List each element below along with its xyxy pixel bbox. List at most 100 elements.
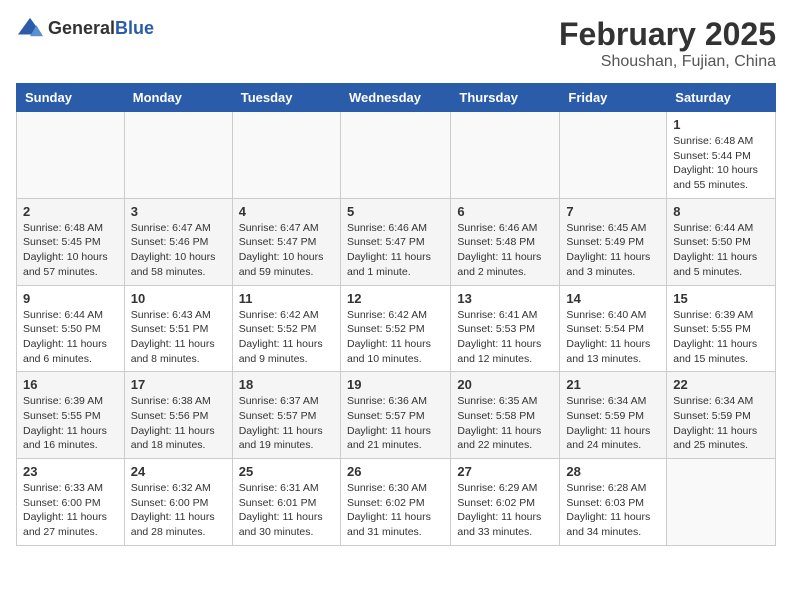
day-number: 19 (347, 377, 444, 392)
day-info: Sunrise: 6:36 AM Sunset: 5:57 PM Dayligh… (347, 394, 444, 453)
day-info: Sunrise: 6:46 AM Sunset: 5:47 PM Dayligh… (347, 221, 444, 280)
day-info: Sunrise: 6:28 AM Sunset: 6:03 PM Dayligh… (566, 481, 660, 540)
calendar-day-cell: 28 Sunrise: 6:28 AM Sunset: 6:03 PM Dayli… (560, 459, 667, 546)
calendar-day-cell: 2Sunrise: 6:48 AM Sunset: 5:45 PM Daylig… (17, 198, 125, 285)
calendar-day-cell: 25 Sunrise: 6:31 AM Sunset: 6:01 PM Dayli… (232, 459, 340, 546)
day-number: 3 (131, 204, 226, 219)
day-of-week-header: Saturday (667, 84, 776, 112)
day-info: Sunrise: 6:48 AM Sunset: 5:45 PM Dayligh… (23, 221, 118, 280)
day-info: Sunrise: 6:33 AM Sunset: 6:00 PM Dayligh… (23, 481, 118, 540)
calendar-day-cell: 6 Sunrise: 6:46 AM Sunset: 5:48 PM Daylig… (451, 198, 560, 285)
day-number: 5 (347, 204, 444, 219)
calendar-day-cell: 19 Sunrise: 6:36 AM Sunset: 5:57 PM Dayli… (340, 372, 450, 459)
day-number: 16 (23, 377, 118, 392)
day-of-week-header: Thursday (451, 84, 560, 112)
day-number: 27 (457, 464, 553, 479)
logo-blue-text: Blue (115, 18, 154, 38)
day-number: 25 (239, 464, 334, 479)
day-of-week-header: Monday (124, 84, 232, 112)
day-info: Sunrise: 6:47 AM Sunset: 5:47 PM Dayligh… (239, 221, 334, 280)
calendar-day-cell: 20Sunrise: 6:35 AM Sunset: 5:58 PM Dayli… (451, 372, 560, 459)
calendar-day-cell: 5 Sunrise: 6:46 AM Sunset: 5:47 PM Daylig… (340, 198, 450, 285)
day-info: Sunrise: 6:44 AM Sunset: 5:50 PM Dayligh… (23, 308, 118, 367)
day-number: 8 (673, 204, 769, 219)
calendar-day-cell (560, 112, 667, 199)
day-number: 18 (239, 377, 334, 392)
day-number: 15 (673, 291, 769, 306)
day-number: 9 (23, 291, 118, 306)
calendar-day-cell (451, 112, 560, 199)
calendar-day-cell: 18 Sunrise: 6:37 AM Sunset: 5:57 PM Dayli… (232, 372, 340, 459)
day-number: 1 (673, 117, 769, 132)
day-info: Sunrise: 6:45 AM Sunset: 5:49 PM Dayligh… (566, 221, 660, 280)
calendar-day-cell: 1Sunrise: 6:48 AM Sunset: 5:44 PM Daylig… (667, 112, 776, 199)
calendar-week-row: 1Sunrise: 6:48 AM Sunset: 5:44 PM Daylig… (17, 112, 776, 199)
day-info: Sunrise: 6:35 AM Sunset: 5:58 PM Dayligh… (457, 394, 553, 453)
day-number: 12 (347, 291, 444, 306)
day-number: 28 (566, 464, 660, 479)
day-number: 23 (23, 464, 118, 479)
calendar-day-cell: 13Sunrise: 6:41 AM Sunset: 5:53 PM Dayli… (451, 285, 560, 372)
calendar-day-cell: 12 Sunrise: 6:42 AM Sunset: 5:52 PM Dayli… (340, 285, 450, 372)
calendar-day-cell: 8 Sunrise: 6:44 AM Sunset: 5:50 PM Daylig… (667, 198, 776, 285)
day-info: Sunrise: 6:29 AM Sunset: 6:02 PM Dayligh… (457, 481, 553, 540)
day-info: Sunrise: 6:46 AM Sunset: 5:48 PM Dayligh… (457, 221, 553, 280)
day-number: 14 (566, 291, 660, 306)
calendar-day-cell: 27 Sunrise: 6:29 AM Sunset: 6:02 PM Dayli… (451, 459, 560, 546)
day-info: Sunrise: 6:47 AM Sunset: 5:46 PM Dayligh… (131, 221, 226, 280)
calendar-day-cell: 9 Sunrise: 6:44 AM Sunset: 5:50 PM Daylig… (17, 285, 125, 372)
calendar-week-row: 2Sunrise: 6:48 AM Sunset: 5:45 PM Daylig… (17, 198, 776, 285)
month-year-title: February 2025 (559, 16, 776, 53)
logo-icon (16, 16, 44, 40)
day-info: Sunrise: 6:44 AM Sunset: 5:50 PM Dayligh… (673, 221, 769, 280)
calendar-week-row: 9 Sunrise: 6:44 AM Sunset: 5:50 PM Daylig… (17, 285, 776, 372)
day-number: 17 (131, 377, 226, 392)
day-of-week-header: Friday (560, 84, 667, 112)
calendar-day-cell: 7 Sunrise: 6:45 AM Sunset: 5:49 PM Daylig… (560, 198, 667, 285)
day-info: Sunrise: 6:40 AM Sunset: 5:54 PM Dayligh… (566, 308, 660, 367)
calendar-day-cell: 24 Sunrise: 6:32 AM Sunset: 6:00 PM Dayli… (124, 459, 232, 546)
calendar-day-cell (667, 459, 776, 546)
day-number: 22 (673, 377, 769, 392)
page-header: GeneralBlue February 2025 Shoushan, Fuji… (16, 16, 776, 71)
day-number: 13 (457, 291, 553, 306)
day-of-week-header: Wednesday (340, 84, 450, 112)
day-info: Sunrise: 6:42 AM Sunset: 5:52 PM Dayligh… (239, 308, 334, 367)
day-info: Sunrise: 6:38 AM Sunset: 5:56 PM Dayligh… (131, 394, 226, 453)
logo-general-text: General (48, 18, 115, 38)
day-number: 26 (347, 464, 444, 479)
calendar-day-cell (340, 112, 450, 199)
calendar-week-row: 23 Sunrise: 6:33 AM Sunset: 6:00 PM Dayli… (17, 459, 776, 546)
day-number: 11 (239, 291, 334, 306)
day-number: 21 (566, 377, 660, 392)
calendar-day-cell (232, 112, 340, 199)
calendar-day-cell: 16 Sunrise: 6:39 AM Sunset: 5:55 PM Dayli… (17, 372, 125, 459)
day-info: Sunrise: 6:42 AM Sunset: 5:52 PM Dayligh… (347, 308, 444, 367)
calendar-day-cell (124, 112, 232, 199)
day-info: Sunrise: 6:37 AM Sunset: 5:57 PM Dayligh… (239, 394, 334, 453)
calendar-day-cell: 10Sunrise: 6:43 AM Sunset: 5:51 PM Dayli… (124, 285, 232, 372)
calendar-header-row: SundayMondayTuesdayWednesdayThursdayFrid… (17, 84, 776, 112)
calendar-day-cell: 22 Sunrise: 6:34 AM Sunset: 5:59 PM Dayli… (667, 372, 776, 459)
location-subtitle: Shoushan, Fujian, China (559, 53, 776, 71)
calendar-day-cell: 23 Sunrise: 6:33 AM Sunset: 6:00 PM Dayli… (17, 459, 125, 546)
day-info: Sunrise: 6:30 AM Sunset: 6:02 PM Dayligh… (347, 481, 444, 540)
day-of-week-header: Sunday (17, 84, 125, 112)
day-info: Sunrise: 6:32 AM Sunset: 6:00 PM Dayligh… (131, 481, 226, 540)
title-area: February 2025 Shoushan, Fujian, China (559, 16, 776, 71)
day-info: Sunrise: 6:34 AM Sunset: 5:59 PM Dayligh… (673, 394, 769, 453)
calendar-table: SundayMondayTuesdayWednesdayThursdayFrid… (16, 83, 776, 546)
calendar-day-cell: 4Sunrise: 6:47 AM Sunset: 5:47 PM Daylig… (232, 198, 340, 285)
day-info: Sunrise: 6:43 AM Sunset: 5:51 PM Dayligh… (131, 308, 226, 367)
day-number: 7 (566, 204, 660, 219)
day-info: Sunrise: 6:39 AM Sunset: 5:55 PM Dayligh… (23, 394, 118, 453)
calendar-day-cell: 17 Sunrise: 6:38 AM Sunset: 5:56 PM Dayli… (124, 372, 232, 459)
day-info: Sunrise: 6:31 AM Sunset: 6:01 PM Dayligh… (239, 481, 334, 540)
calendar-week-row: 16 Sunrise: 6:39 AM Sunset: 5:55 PM Dayli… (17, 372, 776, 459)
calendar-day-cell: 11 Sunrise: 6:42 AM Sunset: 5:52 PM Dayli… (232, 285, 340, 372)
day-number: 24 (131, 464, 226, 479)
calendar-day-cell: 3 Sunrise: 6:47 AM Sunset: 5:46 PM Daylig… (124, 198, 232, 285)
logo: GeneralBlue (16, 16, 154, 40)
day-number: 6 (457, 204, 553, 219)
calendar-day-cell: 15Sunrise: 6:39 AM Sunset: 5:55 PM Dayli… (667, 285, 776, 372)
